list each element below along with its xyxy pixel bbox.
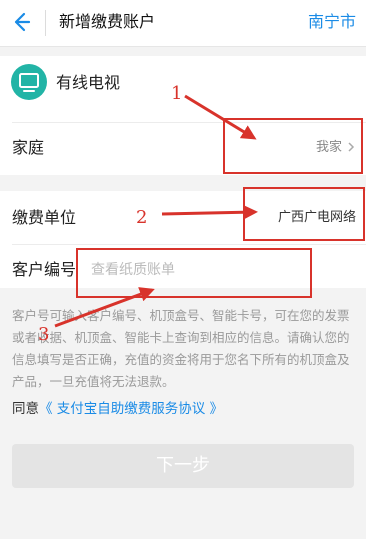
notice-text: 客户号可输入客户编号、机顶盒号、智能卡号，可在您的发票或者收据、机顶盒、智能卡上…: [12, 308, 350, 389]
family-label: 家庭: [12, 138, 45, 157]
customer-number-label: 客户编号: [12, 260, 77, 279]
back-arrow-icon[interactable]: [8, 8, 34, 36]
next-button[interactable]: 下一步: [12, 444, 354, 488]
annotation-box-3: [76, 248, 312, 298]
city-selector[interactable]: 南宁市: [308, 11, 356, 33]
header-divider: [45, 10, 46, 36]
agreement-prefix: 同意: [12, 401, 39, 417]
agreement-line: 同意《 支付宝自助缴费服务协议 》: [12, 398, 223, 420]
service-label: 有线电视: [56, 73, 121, 92]
annotation-box-1: [223, 118, 363, 174]
annotation-number-1: 1: [171, 83, 183, 104]
unit-label: 缴费单位: [12, 208, 77, 227]
divider: [12, 244, 366, 245]
agreement-link[interactable]: 《 支付宝自助缴费服务协议 》: [39, 401, 223, 417]
annotation-box-2: [243, 187, 365, 241]
annotation-number-3: 3: [38, 324, 50, 345]
tv-icon: [11, 64, 47, 100]
page-title: 新增缴费账户: [59, 12, 156, 31]
annotation-number-2: 2: [136, 207, 148, 228]
